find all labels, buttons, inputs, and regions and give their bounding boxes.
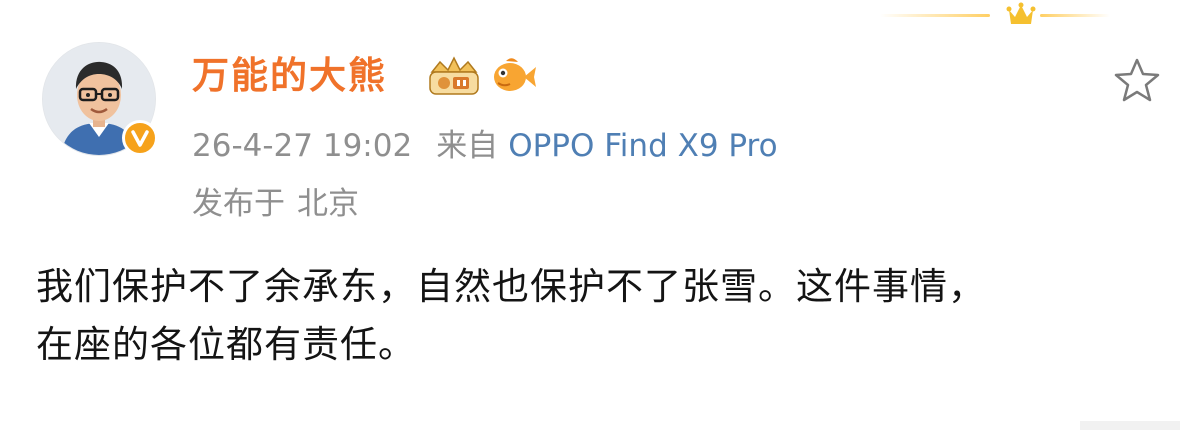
goldfish-badge-icon[interactable] bbox=[490, 53, 538, 97]
verified-badge bbox=[122, 120, 158, 156]
post-location: 发布于 北京 bbox=[192, 186, 359, 222]
post-text-line: 我们保护不了余承东，自然也保护不了张雪。这件事情， bbox=[36, 265, 986, 308]
king-level-badge-icon[interactable] bbox=[424, 52, 484, 100]
crown-icon bbox=[1006, 2, 1036, 24]
username[interactable]: 万能的大熊 bbox=[192, 56, 387, 96]
watermark bbox=[1080, 421, 1180, 430]
post-timestamp: 26-4-27 19:02 bbox=[192, 128, 413, 164]
device-link[interactable]: OPPO Find X9 Pro bbox=[508, 128, 777, 164]
decor-line-left bbox=[880, 14, 990, 17]
location-value: 北京 bbox=[297, 186, 359, 222]
from-label: 来自 bbox=[436, 128, 499, 164]
post-meta: 26-4-27 19:02 来自 OPPO Find X9 Pro bbox=[192, 128, 778, 164]
avatar-container[interactable] bbox=[42, 42, 158, 156]
location-label: 发布于 bbox=[192, 186, 285, 222]
decor-line-right bbox=[1040, 14, 1110, 17]
star-outline-icon[interactable] bbox=[1112, 56, 1162, 104]
verified-v-icon bbox=[131, 130, 149, 147]
post-text-line: 在座的各位都有责任。 bbox=[36, 323, 416, 366]
post-content: 我们保护不了余承东，自然也保护不了张雪。这件事情， 在座的各位都有责任。 bbox=[36, 258, 1156, 374]
